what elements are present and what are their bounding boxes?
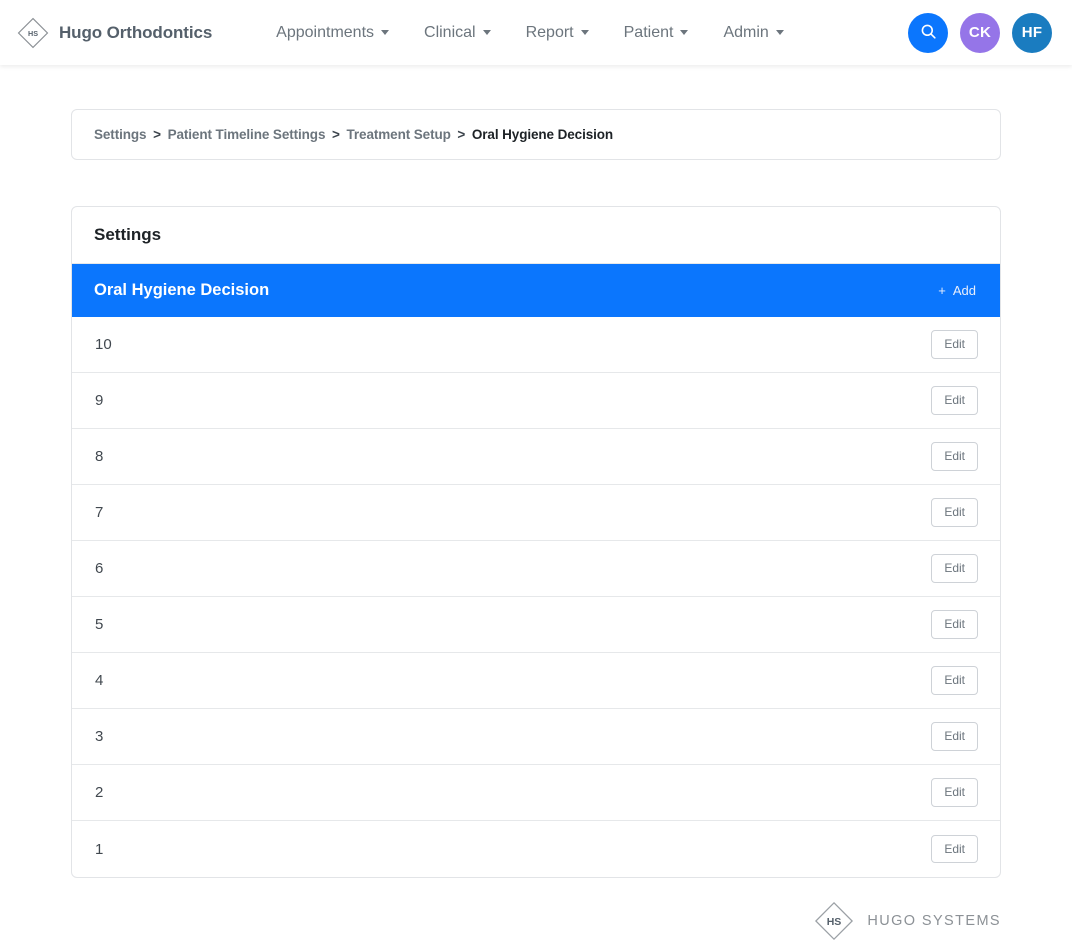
brand-name: Hugo Orthodontics — [59, 22, 213, 42]
navbar-actions: CK HF — [908, 12, 1052, 53]
nav-item-label: Appointments — [276, 23, 375, 41]
footer: HS HUGO SYSTEMS — [71, 878, 1001, 942]
breadcrumb-separator: > — [153, 127, 161, 142]
section-header-oral-hygiene-decision: Oral Hygiene Decision + Add — [72, 264, 1000, 317]
search-icon — [919, 22, 938, 44]
table-row: 10 Edit — [72, 317, 1000, 373]
chevron-down-icon — [580, 30, 589, 35]
avatar-initials: HF — [1021, 24, 1043, 41]
avatar-initials: CK — [968, 24, 992, 41]
main-nav: Appointments Clinical Report Patient Adm… — [260, 16, 800, 50]
svg-text:HS: HS — [28, 28, 38, 37]
edit-button[interactable]: Edit — [931, 834, 978, 864]
nav-item-label: Patient — [623, 23, 674, 41]
search-button[interactable] — [908, 12, 948, 53]
breadcrumb-item-patient-timeline-settings[interactable]: Patient Timeline Settings — [168, 127, 326, 142]
chevron-down-icon — [680, 30, 689, 35]
table-row: 4 Edit — [72, 653, 1000, 709]
chevron-down-icon — [482, 30, 491, 35]
nav-item-clinical[interactable]: Clinical — [408, 16, 507, 50]
edit-button[interactable]: Edit — [931, 778, 978, 807]
nav-item-label: Clinical — [424, 23, 476, 41]
top-navbar: HS Hugo Orthodontics Appointments Clinic… — [0, 0, 1072, 65]
table-row: 1 Edit — [72, 821, 1000, 877]
settings-title: Settings — [72, 207, 1000, 264]
row-label: 8 — [95, 448, 104, 465]
breadcrumb: Settings > Patient Timeline Settings > T… — [94, 127, 978, 142]
row-label: 1 — [95, 840, 104, 858]
add-button-label: Add — [952, 283, 976, 298]
nav-item-report[interactable]: Report — [510, 16, 605, 50]
row-label: 6 — [95, 560, 104, 577]
breadcrumb-current: Oral Hygiene Decision — [471, 127, 614, 142]
breadcrumb-separator: > — [457, 127, 466, 142]
nav-item-admin[interactable]: Admin — [707, 16, 799, 50]
table-row: 3 Edit — [72, 709, 1000, 765]
add-button[interactable]: + Add — [936, 279, 978, 302]
edit-button[interactable]: Edit — [931, 498, 978, 527]
breadcrumb-separator: > — [332, 127, 340, 142]
svg-text:HS: HS — [827, 916, 842, 928]
chevron-down-icon — [775, 30, 784, 35]
avatar-ck[interactable]: CK — [960, 12, 1000, 53]
nav-item-label: Admin — [723, 23, 769, 41]
table-row: 8 Edit — [72, 429, 1000, 485]
table-row: 9 Edit — [72, 373, 1000, 429]
row-label: 5 — [95, 616, 104, 633]
row-label: 7 — [95, 504, 104, 521]
breadcrumb-card: Settings > Patient Timeline Settings > T… — [71, 109, 1001, 160]
edit-button[interactable]: Edit — [931, 610, 978, 639]
nav-item-appointments[interactable]: Appointments — [260, 16, 405, 50]
plus-icon: + — [938, 283, 946, 298]
avatar-hf[interactable]: HF — [1012, 12, 1052, 53]
row-label: 4 — [95, 672, 104, 689]
edit-button[interactable]: Edit — [931, 442, 978, 471]
table-row: 7 Edit — [72, 485, 1000, 541]
breadcrumb-item-treatment-setup[interactable]: Treatment Setup — [346, 127, 450, 142]
table-row: 6 Edit — [72, 541, 1000, 597]
table-row: 5 Edit — [72, 597, 1000, 653]
edit-button[interactable]: Edit — [931, 666, 978, 695]
nav-item-patient[interactable]: Patient — [608, 16, 705, 50]
hugo-systems-diamond-logo-icon: HS — [813, 900, 855, 942]
nav-item-label: Report — [525, 23, 574, 41]
breadcrumb-item-settings[interactable]: Settings — [94, 127, 147, 142]
edit-button[interactable]: Edit — [931, 722, 978, 751]
edit-button[interactable]: Edit — [931, 386, 978, 415]
row-label: 10 — [95, 336, 112, 353]
table-row: 2 Edit — [72, 765, 1000, 821]
row-label: 9 — [95, 392, 104, 409]
brand-link[interactable]: HS Hugo Orthodontics — [10, 16, 212, 50]
section-title: Oral Hygiene Decision — [94, 281, 270, 299]
chevron-down-icon — [381, 30, 390, 35]
page-body: Settings > Patient Timeline Settings > T… — [0, 109, 1072, 942]
edit-button[interactable]: Edit — [931, 554, 978, 583]
row-label: 3 — [95, 728, 104, 745]
hugo-systems-diamond-logo-icon: HS — [16, 16, 50, 50]
footer-brand-name: HUGO SYSTEMS — [867, 913, 1001, 929]
content-container: Settings > Patient Timeline Settings > T… — [71, 109, 1001, 942]
row-label: 2 — [95, 784, 104, 801]
edit-button[interactable]: Edit — [931, 330, 978, 359]
settings-card: Settings Oral Hygiene Decision + Add 10 … — [71, 206, 1001, 878]
